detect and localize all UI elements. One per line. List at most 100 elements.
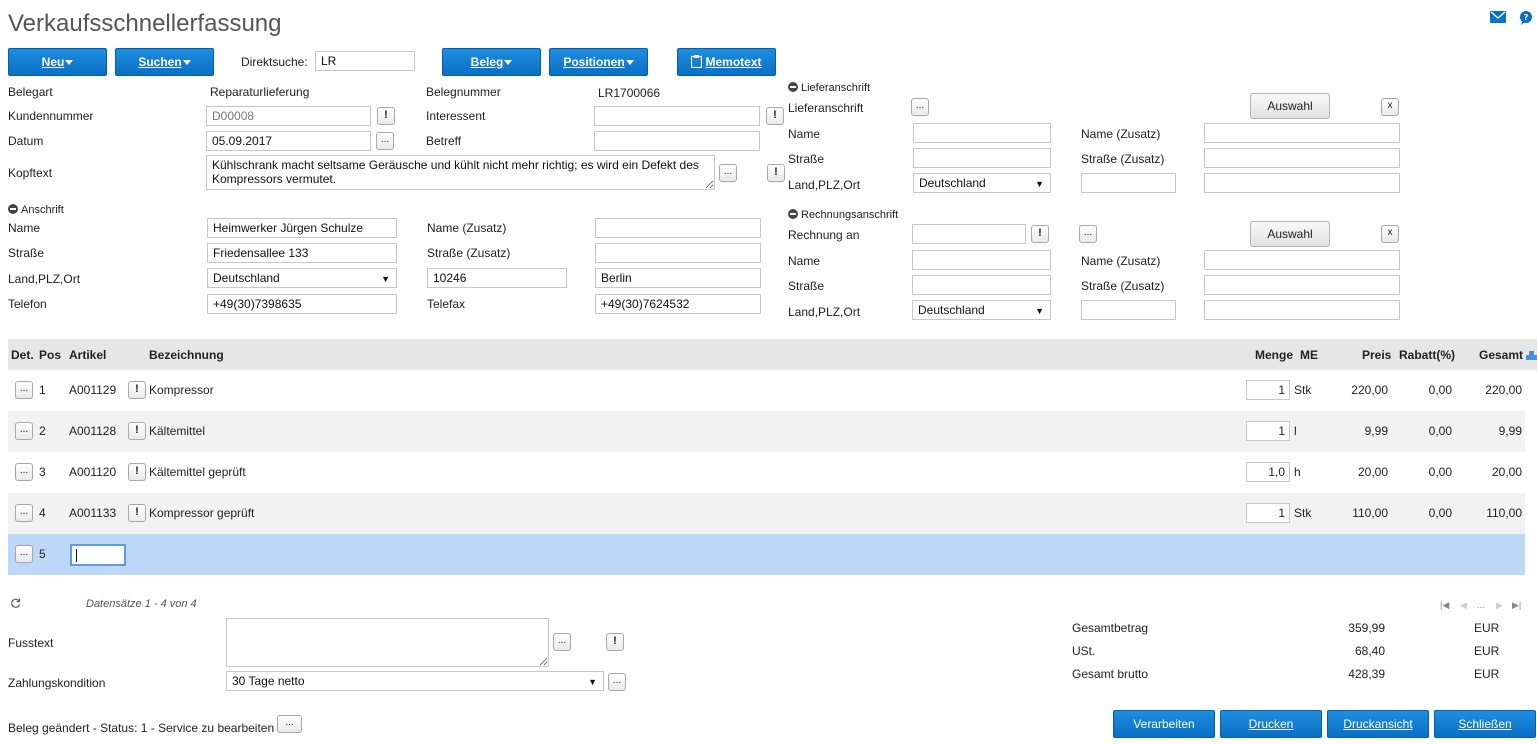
row-info-button[interactable]: !	[128, 422, 146, 440]
col-preis[interactable]: Preis	[1362, 348, 1391, 362]
first-page-icon[interactable]: |◀	[1440, 600, 1449, 611]
date-picker-button[interactable]: ...	[376, 132, 394, 150]
anschrift-section-toggle[interactable]: Anschrift	[8, 204, 64, 216]
zahlungskondition-more-button[interactable]: ...	[608, 673, 626, 691]
lieferanschrift-section-toggle[interactable]: Lieferanschrift	[788, 82, 870, 94]
help-chat-icon[interactable]: ?	[1518, 10, 1534, 25]
col-rabatt[interactable]: Rabatt(%)	[1399, 348, 1455, 362]
drucken-button[interactable]: Drucken	[1220, 710, 1322, 738]
rechnung-name-zusatz-input[interactable]	[1204, 250, 1400, 270]
schliessen-button[interactable]: Schließen	[1434, 710, 1536, 738]
exclamation-icon: !	[135, 465, 139, 477]
col-menge[interactable]: Menge	[1255, 348, 1293, 362]
beleg-button[interactable]: Beleg	[442, 48, 541, 76]
refresh-icon[interactable]	[10, 598, 21, 612]
table-row-new[interactable]: ... 5	[8, 534, 1525, 575]
fusstext-more-button[interactable]: ...	[553, 633, 571, 651]
col-det[interactable]: Det.	[11, 348, 34, 362]
table-row[interactable]: ... 3 A001120 ! Kältemittel geprüft 1,0 …	[8, 452, 1525, 493]
row-menge-input[interactable]: 1	[1246, 503, 1290, 523]
new-artikel-input[interactable]	[70, 544, 126, 566]
rechnung-an-info-button[interactable]: !	[1031, 225, 1049, 243]
interessent-info-button[interactable]: !	[766, 107, 784, 125]
col-bezeichnung[interactable]: Bezeichnung	[149, 348, 224, 362]
direct-search-input[interactable]: LR	[315, 51, 415, 71]
rechnung-an-input[interactable]	[912, 224, 1026, 244]
col-me[interactable]: ME	[1300, 348, 1318, 362]
row-detail-button[interactable]: ...	[15, 504, 33, 522]
table-row[interactable]: ... 1 A001129 ! Kompressor 1 Stk 220,00 …	[8, 370, 1525, 411]
kopftext-textarea[interactable]	[206, 155, 715, 190]
rechnung-name-input[interactable]	[912, 250, 1051, 270]
mail-icon[interactable]	[1490, 11, 1506, 25]
liefer-strasse-input[interactable]	[913, 148, 1051, 168]
row-detail-button[interactable]: ...	[15, 381, 33, 399]
exclamation-icon: !	[774, 166, 778, 178]
search-button[interactable]: Suchen	[115, 48, 214, 76]
liefer-country-select[interactable]: Deutschland	[913, 173, 1051, 193]
row-menge-input[interactable]: 1	[1246, 421, 1290, 441]
rechnung-plz-input[interactable]	[1081, 300, 1176, 320]
liefer-strasse-zusatz-input[interactable]	[1204, 148, 1400, 168]
status-more-button[interactable]: ...	[277, 715, 302, 733]
rechnungsanschrift-auswahl-button[interactable]: Auswahl	[1250, 221, 1330, 247]
pager-dots[interactable]: ...	[1477, 600, 1485, 610]
col-pos[interactable]: Pos	[39, 348, 61, 362]
brutto-value: 428,39	[1348, 667, 1385, 681]
kundennummer-info-button[interactable]: !	[377, 107, 395, 125]
rechnungsanschrift-clear-button[interactable]: x	[1381, 225, 1399, 243]
liefer-plz-input[interactable]	[1081, 173, 1176, 193]
plz-input[interactable]: 10246	[427, 268, 567, 288]
next-page-icon[interactable]: ▶	[1496, 600, 1503, 611]
liefer-name-zusatz-input[interactable]	[1204, 123, 1400, 143]
rechnungsanschrift-section-toggle[interactable]: Rechnungsanschrift	[788, 209, 898, 221]
interessent-input[interactable]	[594, 106, 760, 126]
rechnung-strasse-zusatz-input[interactable]	[1204, 275, 1400, 295]
strasse-input[interactable]: Friedensallee 133	[207, 243, 397, 263]
positionen-button[interactable]: Positionen	[549, 48, 648, 76]
telefon-input[interactable]: +49(30)7398635	[207, 294, 397, 314]
name-input[interactable]: Heimwerker Jürgen Schulze	[207, 218, 397, 238]
verarbeiten-button[interactable]: Verarbeiten	[1113, 710, 1215, 738]
table-row[interactable]: ... 4 A001133 ! Kompressor geprüft 1 Stk…	[8, 493, 1525, 534]
rechnung-ort-input[interactable]	[1204, 300, 1400, 320]
memotext-button[interactable]: Memotext	[677, 48, 776, 76]
row-detail-button[interactable]: ...	[15, 463, 33, 481]
betreff-input[interactable]	[594, 131, 760, 151]
rechnung-an-lookup-button[interactable]: ...	[1079, 225, 1097, 243]
liefer-name-input[interactable]	[913, 123, 1051, 143]
name-zusatz-input[interactable]	[595, 218, 761, 238]
row-info-button[interactable]: !	[128, 381, 146, 399]
country-select[interactable]: Deutschland	[207, 268, 397, 288]
rechnung-country-select[interactable]: Deutschland	[912, 300, 1051, 320]
druckansicht-button[interactable]: Druckansicht	[1327, 710, 1429, 738]
kopftext-info-button[interactable]: !	[767, 164, 785, 182]
lieferanschrift-clear-button[interactable]: x	[1381, 98, 1399, 116]
fusstext-textarea[interactable]	[226, 618, 549, 667]
ort-input[interactable]: Berlin	[595, 268, 761, 288]
row-detail-button[interactable]: ...	[15, 545, 33, 563]
row-menge-input[interactable]: 1,0	[1246, 462, 1290, 482]
row-detail-button[interactable]: ...	[15, 422, 33, 440]
col-gesamt[interactable]: Gesamt	[1479, 348, 1523, 362]
row-info-button[interactable]: !	[128, 504, 146, 522]
liefer-ort-input[interactable]	[1204, 173, 1400, 193]
datum-input[interactable]: 05.09.2017	[206, 131, 371, 151]
kopftext-more-button[interactable]: ...	[719, 164, 737, 182]
kundennummer-input[interactable]: D00008	[206, 106, 371, 126]
last-page-icon[interactable]: ▶|	[1512, 600, 1521, 611]
col-artikel[interactable]: Artikel	[69, 348, 106, 362]
lieferanschrift-auswahl-button[interactable]: Auswahl	[1250, 93, 1330, 119]
grid-settings-icon[interactable]	[1526, 349, 1537, 363]
rechnung-strasse-input[interactable]	[912, 275, 1051, 295]
prev-page-icon[interactable]: ◀	[1460, 600, 1467, 611]
row-menge-input[interactable]: 1	[1246, 380, 1290, 400]
row-info-button[interactable]: !	[128, 463, 146, 481]
new-button[interactable]: Neu	[8, 48, 107, 76]
strasse-zusatz-input[interactable]	[595, 243, 761, 263]
zahlungskondition-select[interactable]: 30 Tage netto	[226, 671, 604, 691]
table-row[interactable]: ... 2 A001128 ! Kältemittel 1 l 9,99 0,0…	[8, 411, 1525, 452]
telefax-input[interactable]: +49(30)7624532	[595, 294, 761, 314]
fusstext-info-button[interactable]: !	[606, 633, 624, 651]
lieferanschrift-lookup-button[interactable]: ...	[911, 98, 929, 116]
